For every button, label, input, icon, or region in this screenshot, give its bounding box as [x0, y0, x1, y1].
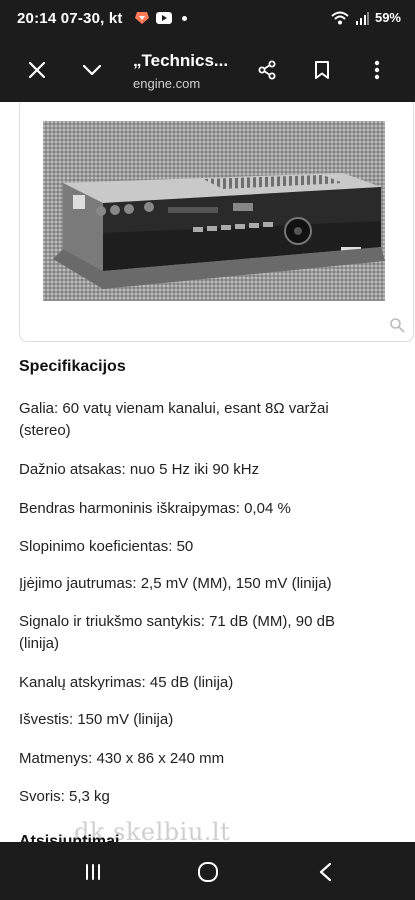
home-button[interactable] — [191, 859, 225, 885]
page-title[interactable]: „Technics... — [133, 51, 228, 71]
recents-icon — [86, 864, 100, 880]
wifi-icon — [331, 11, 349, 24]
more-notifications-dot — [182, 15, 187, 21]
back-button[interactable] — [308, 859, 342, 885]
close-icon — [28, 61, 46, 79]
battery-level: 59% — [374, 10, 401, 25]
status-clock: 20:14 — [17, 10, 57, 27]
zoom-icon[interactable] — [389, 317, 405, 333]
status-date: 07-30, kt — [60, 10, 123, 27]
custom-tab-toolbar: „Technics... engine.com — [0, 38, 415, 102]
spec-signal-to-noise: Signalo ir triukšmo santykis: 71 dB (MM)… — [19, 613, 335, 652]
spec-dimensions: Matmenys: 430 x 86 x 240 mm — [19, 750, 225, 767]
share-icon — [258, 60, 276, 80]
spec-input-sensitivity: Įjėjimo jautrumas: 2,5 mV (MM), 150 mV (… — [19, 575, 332, 592]
home-icon — [198, 862, 218, 882]
specifications-heading: Specifikacijos — [19, 358, 126, 375]
spec-frequency-response: Dažnio atsakas: nuo 5 Hz iki 90 kHz — [19, 461, 260, 478]
web-content: Specifikacijos Galia: 60 vatų vienam kan… — [0, 102, 415, 842]
more-vert-icon — [374, 60, 380, 80]
spec-damping-factor: Slopinimo koeficientas: 50 — [19, 538, 194, 555]
system-navigation-bar — [0, 842, 415, 900]
spec-weight: Svoris: 5,3 kg — [19, 788, 110, 805]
spec-power: Galia: 60 vatų vienam kanalui, esant 8Ω … — [19, 400, 329, 439]
recents-button[interactable] — [76, 859, 110, 885]
minimize-button[interactable] — [74, 52, 110, 88]
amplifier-photo — [43, 121, 385, 301]
gallery-app-icon — [135, 12, 149, 24]
bookmark-icon — [315, 61, 329, 79]
product-image-card[interactable] — [19, 102, 414, 342]
downloads-heading: Atsisiuntimai — [19, 833, 120, 842]
bookmark-button[interactable] — [304, 52, 340, 88]
close-button[interactable] — [19, 52, 55, 88]
signal-icon — [355, 11, 369, 25]
notification-icons — [134, 11, 187, 25]
page-url[interactable]: engine.com — [133, 76, 200, 91]
status-bar: 20:14 07-30, kt 59% — [0, 0, 415, 38]
system-icons: 59% — [331, 10, 401, 25]
share-button[interactable] — [249, 52, 285, 88]
back-icon — [319, 862, 332, 882]
spec-output: Išvestis: 150 mV (linija) — [19, 711, 174, 728]
spec-thd: Bendras harmoninis iškraipymas: 0,04 % — [19, 500, 291, 517]
youtube-icon — [156, 12, 172, 24]
spec-channel-separation: Kanalų atskyrimas: 45 dB (linija) — [19, 674, 234, 691]
status-time: 20:14 07-30, kt — [17, 10, 123, 27]
chevron-down-icon — [82, 64, 102, 76]
more-options-button[interactable] — [359, 52, 395, 88]
